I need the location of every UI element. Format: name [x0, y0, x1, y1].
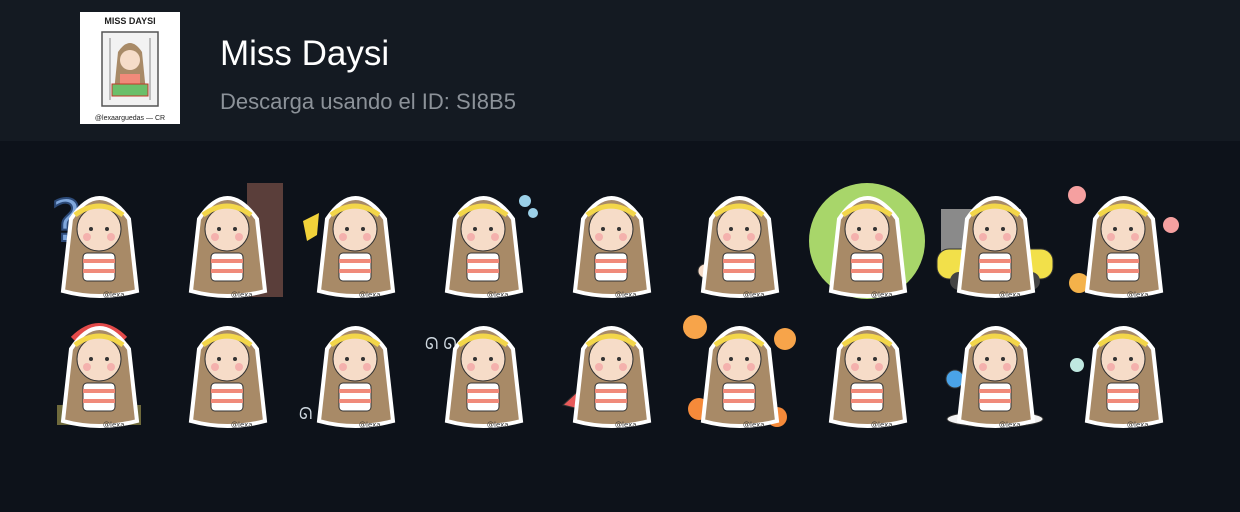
sticker-watermark: @lexa	[615, 291, 637, 299]
sticker-fan[interactable]: @lexa	[549, 309, 673, 433]
sticker-watermark: @lexa	[487, 421, 509, 429]
sticker-peek-door[interactable]: @lexa	[165, 179, 289, 303]
svg-text:ᘏ ᘏ: ᘏ ᘏ	[425, 334, 457, 353]
sticker-watermark: @lexa	[999, 291, 1021, 299]
pack-icon: MISS DAYSI @lexaarguedas — CR	[80, 12, 180, 124]
sticker-watermark: @lexa	[359, 291, 381, 299]
sticker-watermark: @lexa	[487, 291, 509, 299]
pack-id-subtitle: Descarga usando el ID: SI8B5	[220, 89, 516, 114]
pack-icon-caption-top: MISS DAYSI	[104, 16, 155, 26]
sticker-cross-arms[interactable]: @lexa	[293, 179, 417, 303]
pack-icon-caption-bottom: @lexaarguedas — CR	[95, 115, 165, 122]
sticker-watermark: @lexa	[743, 291, 765, 299]
sticker-watermark: @lexa	[359, 421, 381, 429]
pack-header: MISS DAYSI @lexaarguedas — CR Miss Daysi…	[0, 0, 1240, 141]
sticker-flowers[interactable]: @lexa	[1061, 179, 1185, 303]
sticker-ok-flowers[interactable]: @lexa	[677, 309, 801, 433]
sticker-watermark: @lexa	[1127, 421, 1149, 429]
sticker-question[interactable]: ? @lexa	[37, 179, 161, 303]
sticker-car[interactable]: @lexa	[933, 179, 1057, 303]
sticker-shy[interactable]: ᘏ ᘏ @lexa	[421, 309, 545, 433]
sticker-grid: ? @lexa @lexa @lexa @lexa @lexa @lexa @lexa @lex…	[0, 141, 1240, 512]
sticker-watermark: @lexa	[615, 421, 637, 429]
sticker-standing[interactable]: @lexa	[805, 309, 929, 433]
sticker-watermark: @lexa	[231, 421, 253, 429]
sticker-watermark: @lexa	[999, 421, 1021, 429]
sticker-watermark: @lexa	[1127, 291, 1149, 299]
sticker-watermark: @lexa	[743, 421, 765, 429]
sticker-sigh[interactable]: @lexa	[1061, 309, 1185, 433]
sticker-hair-flip[interactable]: @lexa	[165, 309, 289, 433]
sticker-watermark: @lexa	[103, 421, 125, 429]
sticker-watermark: @lexa	[871, 291, 893, 299]
sticker-headphones[interactable]: @lexa	[37, 309, 161, 433]
sticker-gift[interactable]: @lexa	[805, 179, 929, 303]
sticker-makeup[interactable]: @lexa	[933, 309, 1057, 433]
pack-title: Miss Daysi	[220, 34, 390, 73]
sticker-watermark: @lexa	[231, 291, 253, 299]
sticker-watermark: @lexa	[871, 421, 893, 429]
sticker-cheek-puff[interactable]: @lexa	[421, 179, 545, 303]
sticker-cooking[interactable]: @lexa	[549, 179, 673, 303]
sticker-walking-away[interactable]: ᘏ ᘏ ᘏ@lexa	[293, 309, 417, 433]
sticker-thumbs-up[interactable]: @lexa	[677, 179, 801, 303]
sticker-watermark: @lexa	[103, 291, 125, 299]
